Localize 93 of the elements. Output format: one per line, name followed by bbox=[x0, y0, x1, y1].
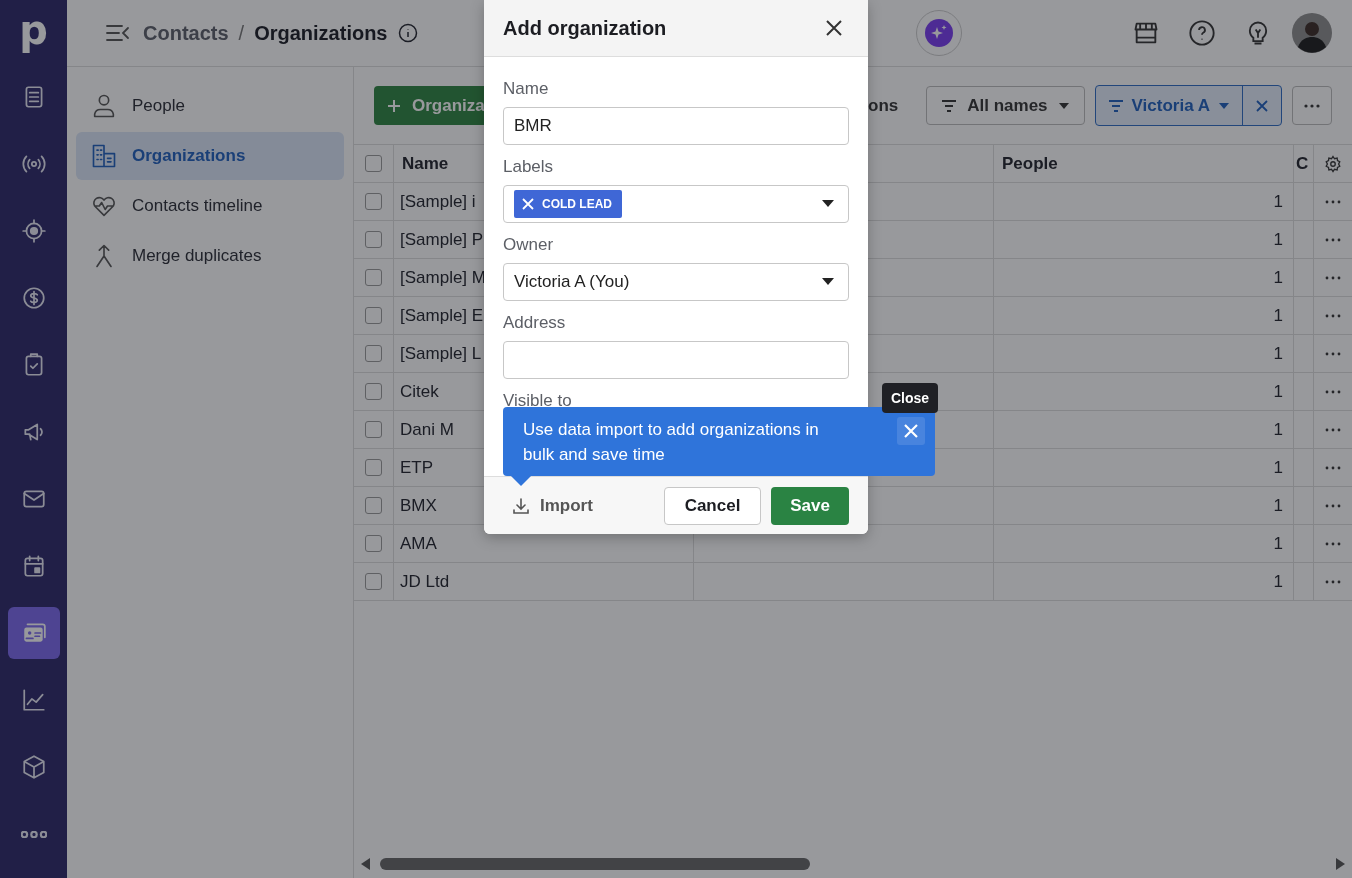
people-cell: 1 bbox=[994, 259, 1294, 296]
row-checkbox[interactable] bbox=[365, 193, 382, 210]
scroll-right-icon[interactable] bbox=[1334, 857, 1346, 871]
close-icon[interactable] bbox=[825, 19, 843, 37]
close-hint-button[interactable] bbox=[897, 416, 925, 445]
caret-icon bbox=[822, 278, 834, 286]
field-label: Name bbox=[503, 78, 550, 100]
info-icon[interactable] bbox=[397, 23, 418, 43]
filter-icon bbox=[941, 98, 958, 113]
toolbar-text: ons bbox=[868, 95, 899, 116]
scroll-left-icon[interactable] bbox=[360, 857, 372, 871]
row-checkbox[interactable] bbox=[365, 497, 382, 514]
cube-icon bbox=[20, 754, 47, 780]
field-label: Owner bbox=[503, 234, 555, 256]
filter-icon bbox=[1107, 98, 1124, 113]
row-menu-icon[interactable] bbox=[1325, 275, 1341, 280]
row-checkbox[interactable] bbox=[365, 535, 382, 552]
chart-icon bbox=[20, 687, 47, 713]
sidebar-item[interactable]: Organizations bbox=[76, 132, 344, 180]
close-icon bbox=[903, 422, 919, 439]
settings-icon[interactable] bbox=[1324, 154, 1342, 173]
people-cell: 1 bbox=[994, 373, 1294, 410]
close-icon bbox=[1255, 98, 1269, 113]
text-field[interactable] bbox=[503, 341, 849, 379]
column-header[interactable]: People bbox=[994, 145, 1294, 182]
people-cell: 1 bbox=[994, 221, 1294, 258]
caret-icon bbox=[822, 200, 834, 208]
row-menu-icon[interactable] bbox=[1325, 199, 1341, 204]
sparkle-icon bbox=[924, 19, 953, 47]
remove-icon[interactable] bbox=[522, 198, 534, 210]
row-checkbox[interactable] bbox=[365, 573, 382, 590]
people-cell: 1 bbox=[994, 411, 1294, 448]
owner-filter-button[interactable]: Victoria A bbox=[1095, 86, 1243, 125]
row-menu-icon[interactable] bbox=[1325, 313, 1341, 318]
download-icon bbox=[512, 496, 530, 515]
select-all-checkbox[interactable] bbox=[365, 155, 382, 172]
people-cell: 1 bbox=[994, 487, 1294, 524]
row-checkbox[interactable] bbox=[365, 459, 382, 476]
target-icon bbox=[20, 218, 47, 244]
row-checkbox[interactable] bbox=[365, 421, 382, 438]
caret-icon bbox=[1218, 101, 1230, 110]
more-icon bbox=[20, 830, 47, 838]
people-cell: 1 bbox=[994, 563, 1294, 600]
breadcrumb-link[interactable]: Contacts bbox=[143, 21, 229, 45]
collapse-menu-icon[interactable] bbox=[105, 23, 131, 43]
row-checkbox[interactable] bbox=[365, 345, 382, 362]
row-menu-icon[interactable] bbox=[1325, 351, 1341, 356]
dollar-icon bbox=[20, 285, 47, 311]
page-title: Organizations bbox=[254, 21, 388, 45]
label-chip[interactable]: COLD LEAD bbox=[514, 190, 622, 218]
row-menu-icon[interactable] bbox=[1325, 541, 1341, 546]
people-cell: 1 bbox=[994, 449, 1294, 486]
dialog-title: Add organization bbox=[503, 16, 667, 40]
caret-icon bbox=[1057, 101, 1070, 110]
names-filter-button[interactable]: All names bbox=[926, 86, 1085, 125]
plus-icon bbox=[386, 97, 402, 114]
row-menu-icon[interactable] bbox=[1325, 579, 1341, 584]
building-icon bbox=[90, 142, 118, 170]
row-checkbox[interactable] bbox=[365, 307, 382, 324]
row-menu-icon[interactable] bbox=[1325, 503, 1341, 508]
field-label: Labels bbox=[503, 156, 555, 178]
more-icon bbox=[1304, 103, 1320, 108]
people-cell: 1 bbox=[994, 525, 1294, 562]
close-tooltip: Close bbox=[882, 383, 939, 413]
people-cell: 1 bbox=[994, 335, 1294, 372]
field-label: Address bbox=[503, 312, 567, 334]
import-button[interactable]: Import bbox=[512, 495, 593, 516]
user-avatar[interactable] bbox=[1292, 13, 1332, 53]
app-logo[interactable]: p bbox=[19, 4, 48, 56]
column-header[interactable]: C bbox=[1294, 145, 1314, 182]
nav-item[interactable] bbox=[7, 607, 60, 659]
save-button[interactable]: Save bbox=[771, 486, 849, 525]
people-cell: 1 bbox=[994, 297, 1294, 334]
row-menu-icon[interactable] bbox=[1325, 237, 1341, 242]
hint-text: Use data import to add organizations in bulk and save time bbox=[523, 418, 820, 466]
sidebar-item[interactable]: Contacts timeline bbox=[76, 182, 344, 230]
cancel-button[interactable]: Cancel bbox=[664, 486, 761, 525]
row-checkbox[interactable] bbox=[365, 383, 382, 400]
row-menu-icon[interactable] bbox=[1325, 465, 1341, 470]
breadcrumb-separator: / bbox=[238, 21, 245, 45]
field-label: Visible to bbox=[503, 390, 573, 412]
text-field[interactable]: BMR bbox=[503, 107, 849, 145]
row-menu-icon[interactable] bbox=[1325, 389, 1341, 394]
owner-select[interactable]: Victoria A (You) bbox=[503, 263, 849, 301]
row-checkbox[interactable] bbox=[365, 231, 382, 248]
name-cell[interactable]: JD Ltd bbox=[394, 563, 694, 600]
labels-select[interactable]: COLD LEAD bbox=[503, 185, 849, 223]
help-icon[interactable] bbox=[1188, 19, 1216, 47]
sidebar-item[interactable]: Merge duplicates bbox=[76, 232, 344, 280]
people-cell: 1 bbox=[994, 183, 1294, 220]
row-menu-icon[interactable] bbox=[1325, 427, 1341, 432]
sidebar-item[interactable]: People bbox=[76, 82, 344, 130]
row-checkbox[interactable] bbox=[365, 269, 382, 286]
